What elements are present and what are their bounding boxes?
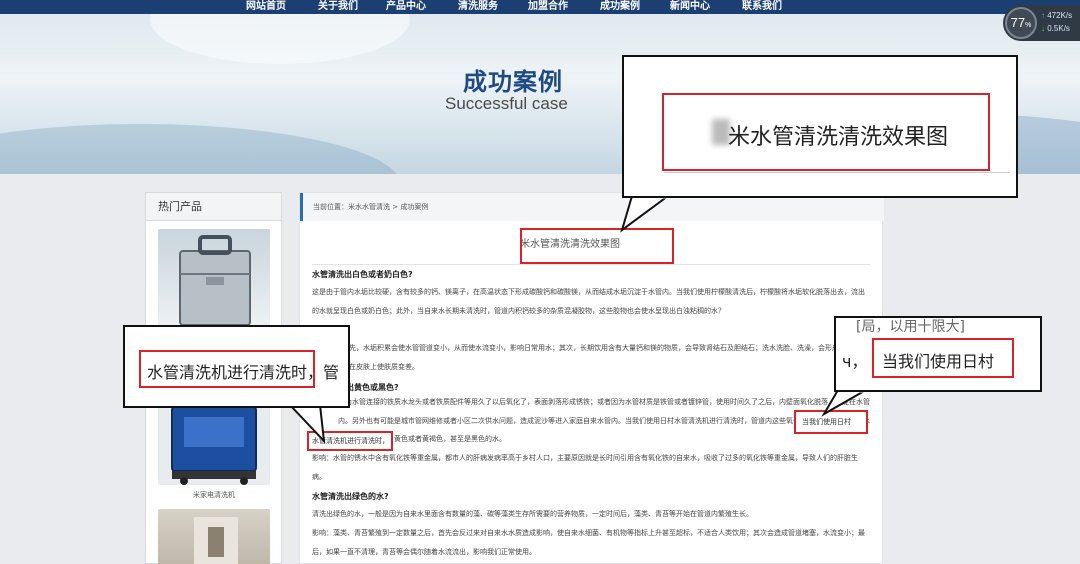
upload-speed: ↑ 472K/s [1041, 11, 1073, 20]
product-machine-illustration [171, 406, 257, 485]
water-wave-decoration [0, 124, 400, 174]
nav-item-news[interactable]: 新闻中心 [670, 0, 710, 12]
nav-item-home[interactable]: 网站首页 [246, 0, 286, 12]
download-speed: ↓ 0.5K/s [1041, 24, 1070, 33]
paragraph: 这是由于管内水垢比较硬，含有较多的钙、镁离子，在高温状态下形成碳酸钙和碳酸镁，从… [312, 288, 865, 315]
nav-item-contact[interactable]: 联系我们 [742, 0, 782, 12]
callout-text: 当我们使用日村 [882, 352, 995, 371]
paragraph: 清洗出绿色的水，一般是因为自来水里面含有数量的藻、碳等藻类生存所需要的营养物质，… [312, 510, 753, 518]
zoom-callout: 水管清洗机进行清洗时，管 [123, 325, 350, 408]
speed-percent-gauge: 77% [1005, 7, 1037, 39]
callout-text-cutoff: [局，以用十限大] [856, 319, 965, 335]
callout-pointer [620, 195, 672, 233]
paragraph: 首先，水垢积累会使水管管道变小，从而使水流变小，影响日常用水；其次，长期饮用含有… [342, 344, 867, 371]
callout-pointer [821, 389, 870, 417]
section-question: 水管清洗出白色或者奶白色? [312, 270, 413, 279]
network-speed-widget[interactable]: 77% ↑ 472K/s ↓ 0.5K/s [1003, 5, 1080, 41]
title-divider [312, 264, 870, 265]
zoom-callout: 米水管清洗清洗效果图 [622, 55, 1018, 198]
sidebar-heading: 热门产品 [146, 193, 281, 221]
title-highlight-box [520, 228, 674, 264]
upload-arrow-icon: ↑ [1041, 11, 1045, 20]
paragraph: 因为水管连接的铁质水龙头或者铁质配件等用久了以后氧化了，表面剥落形成锈铁；或者因… [338, 398, 870, 443]
nav-item-products[interactable]: 产品中心 [386, 0, 426, 12]
nav-item-service[interactable]: 清洗服务 [458, 0, 498, 12]
paragraph: 影响：水管的锈水中含有氧化铁等重金属，都市人的肝病发病率高于乡村人口，主要原因就… [312, 454, 858, 481]
callout-text: 米水管清洗清洗效果图 [728, 125, 949, 150]
highlight-text: 当我们使用日村 [802, 418, 851, 426]
product-photo-illustration [194, 517, 238, 564]
product-image[interactable] [158, 229, 270, 329]
section-question: 水管清洗出绿色的水? [312, 492, 389, 501]
paragraph: 影响：藻类、青苔繁殖到一定数量之后，首先会反过来对自来水水质造成影响，使自来水细… [312, 529, 865, 556]
banner-title: 成功案例 [463, 67, 563, 96]
callout-text: 水管清洗机进行清洗时，管 [147, 363, 340, 382]
download-arrow-icon: ↓ [1041, 24, 1045, 33]
product-caption: 米家电清洗机 [193, 491, 235, 499]
top-nav: 网站首页 关于我们 产品中心 清洗服务 加盟合作 成功案例 新闻中心 联系我们 [0, 0, 1080, 14]
water-wave-decoration [150, 14, 410, 64]
zoom-callout: [局，以用十限大] ч， 当我们使用日村 [834, 316, 1042, 392]
nav-item-cases[interactable]: 成功案例 [600, 0, 640, 12]
banner-subtitle: Successful case [445, 94, 568, 113]
section-question: 出黄色或黑色? [346, 383, 399, 392]
product-case-illustration [179, 235, 251, 326]
product-image[interactable] [158, 403, 270, 485]
callout-divider [664, 172, 1010, 173]
callout-text-prefix: ч， [842, 352, 868, 371]
nav-item-franchise[interactable]: 加盟合作 [528, 0, 568, 12]
callout-pointer [287, 404, 326, 444]
nav-item-about[interactable]: 关于我们 [318, 0, 358, 12]
product-image[interactable] [158, 509, 270, 564]
